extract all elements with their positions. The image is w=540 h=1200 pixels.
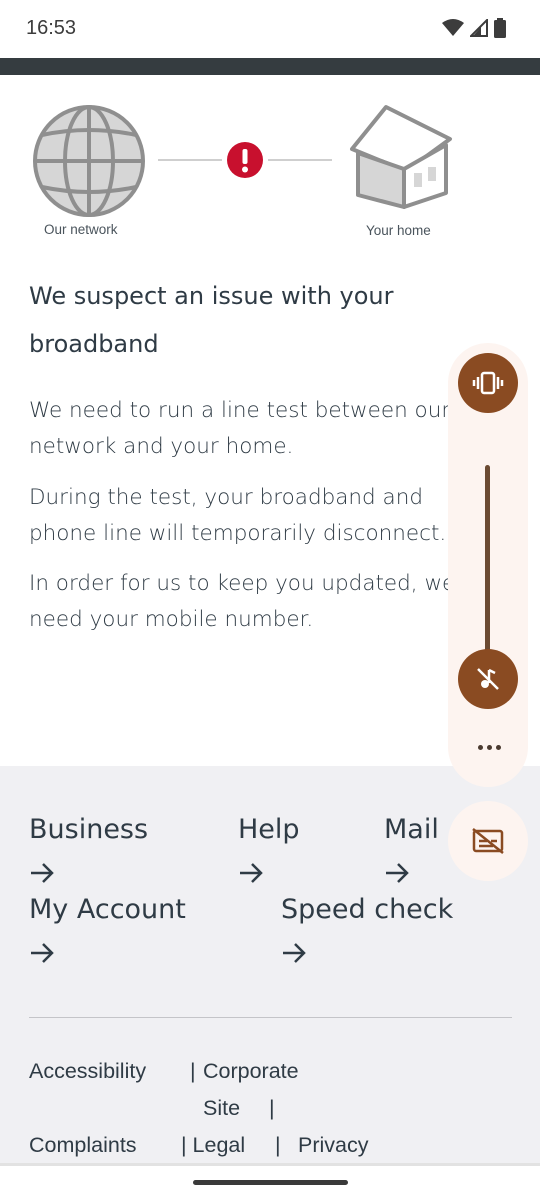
- paragraph-line: In order for us to keep you updated, we: [29, 571, 449, 596]
- arrow-right-icon: [240, 863, 263, 883]
- paragraph-line: need your mobile number.: [29, 607, 314, 632]
- arrow-right-icon: [283, 943, 306, 963]
- header-band: [0, 58, 540, 75]
- globe-icon: [33, 105, 145, 217]
- connection-line-right: [268, 159, 332, 161]
- paragraph-disconnect: During the test, your broadband and phon…: [29, 480, 449, 552]
- status-time: 16:53: [26, 17, 77, 39]
- status-icons: [442, 18, 506, 38]
- home-gesture-handle[interactable]: [193, 1180, 348, 1185]
- our-network-caption: Our network: [44, 222, 118, 237]
- live-caption-off-icon: [472, 828, 504, 854]
- headline-line-2: broadband: [29, 330, 159, 358]
- signal-icon: [470, 19, 488, 37]
- vibrate-icon: [472, 371, 504, 395]
- headline-line-1: We suspect an issue with your: [29, 282, 394, 310]
- footer-link-accessibility[interactable]: Accessibility: [29, 1059, 146, 1084]
- footer-link-speed-check[interactable]: Speed check: [281, 894, 453, 925]
- footer-link-complaints[interactable]: Complaints: [29, 1133, 137, 1158]
- link-separator: |: [269, 1096, 275, 1120]
- paragraph-mobile-number: In order for us to keep you updated, we …: [29, 566, 449, 638]
- vibrate-button[interactable]: [458, 353, 518, 413]
- status-bar: 16:53: [0, 0, 540, 58]
- paragraph-line: phone line will temporarily disconnect.: [29, 521, 447, 546]
- footer-link-my-account[interactable]: My Account: [29, 894, 186, 925]
- footer-link-legal[interactable]: | Legal: [181, 1133, 245, 1158]
- arrow-right-icon: [31, 943, 54, 963]
- link-separator: |: [190, 1059, 196, 1083]
- footer-divider: [29, 1017, 512, 1018]
- house-icon: [350, 105, 452, 209]
- paragraph-line: We need to run a line test between our: [29, 398, 449, 423]
- wifi-icon: [442, 19, 464, 36]
- page-headline: We suspect an issue with your broadband: [29, 272, 449, 368]
- network-diagram: Our network Your home: [0, 75, 540, 255]
- footer-link-help[interactable]: Help: [238, 814, 300, 845]
- footer-link-privacy[interactable]: Privacy: [298, 1133, 368, 1158]
- arrow-right-icon: [386, 863, 409, 883]
- paragraph-line-test: We need to run a line test between our n…: [29, 393, 449, 465]
- footer-link-business[interactable]: Business: [29, 814, 148, 845]
- footer-link-corporate-site[interactable]: Site: [203, 1096, 240, 1121]
- your-home-caption: Your home: [366, 223, 431, 238]
- paragraph-line: network and your home.: [29, 434, 294, 459]
- more-options-icon[interactable]: [474, 737, 504, 757]
- ring-mute-button[interactable]: [458, 649, 518, 709]
- exclamation-alert-icon: [227, 142, 263, 178]
- connection-line-left: [158, 159, 222, 161]
- battery-icon: [494, 18, 506, 38]
- footer-link-mail[interactable]: Mail: [384, 814, 439, 845]
- ring-muted-icon: [477, 668, 499, 690]
- arrow-right-icon: [31, 863, 54, 883]
- link-separator: |: [275, 1133, 281, 1157]
- footer-link-corporate[interactable]: Corporate: [203, 1059, 299, 1084]
- paragraph-line: During the test, your broadband and: [29, 485, 423, 510]
- volume-slider-track[interactable]: [485, 465, 490, 665]
- live-caption-button[interactable]: [448, 801, 528, 881]
